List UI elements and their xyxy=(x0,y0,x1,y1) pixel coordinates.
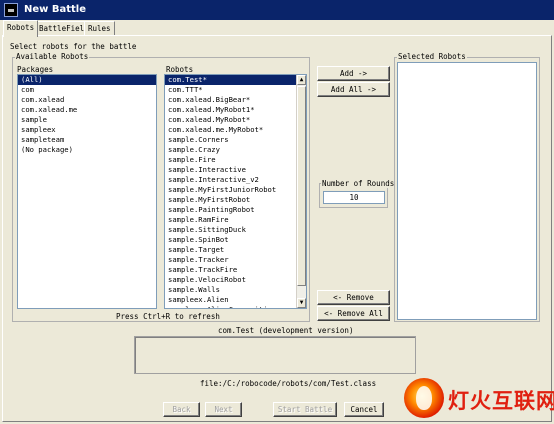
packages-header: Packages xyxy=(17,65,54,74)
list-item[interactable]: com.Test* xyxy=(165,75,306,85)
list-item[interactable]: com.TTT* xyxy=(165,85,306,95)
refresh-hint: Press Ctrl+R to refresh xyxy=(116,312,220,321)
available-robots-title: Available Robots xyxy=(15,52,90,61)
window-title: New Battle xyxy=(24,4,87,15)
list-item[interactable]: sample.MyFirstJuniorRobot xyxy=(165,185,306,195)
add-button[interactable]: Add -> xyxy=(317,66,390,81)
instructions-label: Select robots for the battle xyxy=(10,42,137,51)
list-item[interactable]: sample xyxy=(18,115,156,125)
add-all-button[interactable]: Add All -> xyxy=(317,82,390,97)
list-item[interactable]: com.xalead.MyRobot1* xyxy=(165,105,306,115)
watermark-text: 灯火互联网 xyxy=(448,389,554,413)
list-item[interactable]: sample.Interactive xyxy=(165,165,306,175)
list-item[interactable]: com.xalead.BigBear* xyxy=(165,95,306,105)
list-item[interactable]: sample.Corners xyxy=(165,135,306,145)
list-item[interactable]: sample.MyFirstRobot xyxy=(165,195,306,205)
selected-robots-list[interactable] xyxy=(397,62,537,320)
list-item[interactable]: sample.PaintingRobot xyxy=(165,205,306,215)
cancel-button[interactable]: Cancel xyxy=(344,402,384,417)
tab-robots[interactable]: Robots xyxy=(3,20,39,37)
list-item[interactable]: sample.Target xyxy=(165,245,306,255)
robot-file-path: file:/C:/robocode/robots/com/Test.class xyxy=(200,379,377,388)
robots-header: Robots xyxy=(166,65,194,74)
list-item[interactable]: sample.Tracker xyxy=(165,255,306,265)
list-item[interactable]: sample.VelociRobot xyxy=(165,275,306,285)
list-item[interactable]: com xyxy=(18,85,156,95)
tab-rules-label: Rules xyxy=(88,24,111,33)
robots-list[interactable]: com.Test* com.TTT* com.xalead.BigBear* com.… xyxy=(164,74,307,309)
list-item[interactable]: sample.Crazy xyxy=(165,145,306,155)
list-item[interactable]: com.xalead xyxy=(18,95,156,105)
list-item[interactable]: sample.Walls xyxy=(165,285,306,295)
list-item[interactable]: sample.SpinBot xyxy=(165,235,306,245)
list-item[interactable]: com.xalead.me xyxy=(18,105,156,115)
scroll-thumb[interactable] xyxy=(297,86,306,286)
list-item[interactable]: com.xalead.MyRobot* xyxy=(165,115,306,125)
robot-description-title: com.Test (development version) xyxy=(218,326,354,335)
scroll-up-arrow-icon[interactable]: ▲ xyxy=(297,75,306,85)
scroll-down-arrow-icon[interactable]: ▼ xyxy=(297,298,306,308)
rounds-label: Number of Rounds xyxy=(321,179,396,188)
list-item[interactable]: sample.Fire xyxy=(165,155,306,165)
title-bar[interactable]: New Battle xyxy=(0,0,554,20)
selected-robots-title: Selected Robots xyxy=(397,52,467,61)
watermark-logo: 灯火互联网 xyxy=(404,376,554,422)
robots-scrollbar[interactable]: ▲ ▼ xyxy=(296,75,306,308)
robocode-app-icon xyxy=(4,3,18,17)
list-item[interactable]: sampleteam xyxy=(18,135,156,145)
list-item[interactable]: com.xalead.me.MyRobot* xyxy=(165,125,306,135)
back-button[interactable]: Back xyxy=(163,402,200,417)
flame-logo-icon xyxy=(404,378,444,418)
list-item[interactable]: sampleex xyxy=(18,125,156,135)
list-item[interactable]: sample.RamFire xyxy=(165,215,306,225)
tab-robots-label: Robots xyxy=(7,23,35,32)
tab-rules[interactable]: Rules xyxy=(84,21,115,36)
rounds-input[interactable]: 10 xyxy=(323,191,385,204)
list-item[interactable]: sample.SittingDuck xyxy=(165,225,306,235)
list-item[interactable]: (No package) xyxy=(18,145,156,155)
list-item[interactable]: sampleex.AlienComposition xyxy=(165,305,306,308)
tab-battlefield-label: BattleField xyxy=(39,24,89,33)
remove-button[interactable]: <- Remove xyxy=(317,290,390,305)
packages-list[interactable]: (All) com com.xalead com.xalead.me sample sam… xyxy=(17,74,157,309)
start-battle-button[interactable]: Start Battle xyxy=(273,402,337,417)
robot-description-box xyxy=(134,336,416,374)
list-item[interactable]: sample.Interactive_v2 xyxy=(165,175,306,185)
remove-all-button[interactable]: <- Remove All xyxy=(317,306,390,321)
list-item[interactable]: (All) xyxy=(18,75,156,85)
next-button[interactable]: Next xyxy=(205,402,242,417)
list-item[interactable]: sample.TrackFire xyxy=(165,265,306,275)
list-item[interactable]: sampleex.Alien xyxy=(165,295,306,305)
